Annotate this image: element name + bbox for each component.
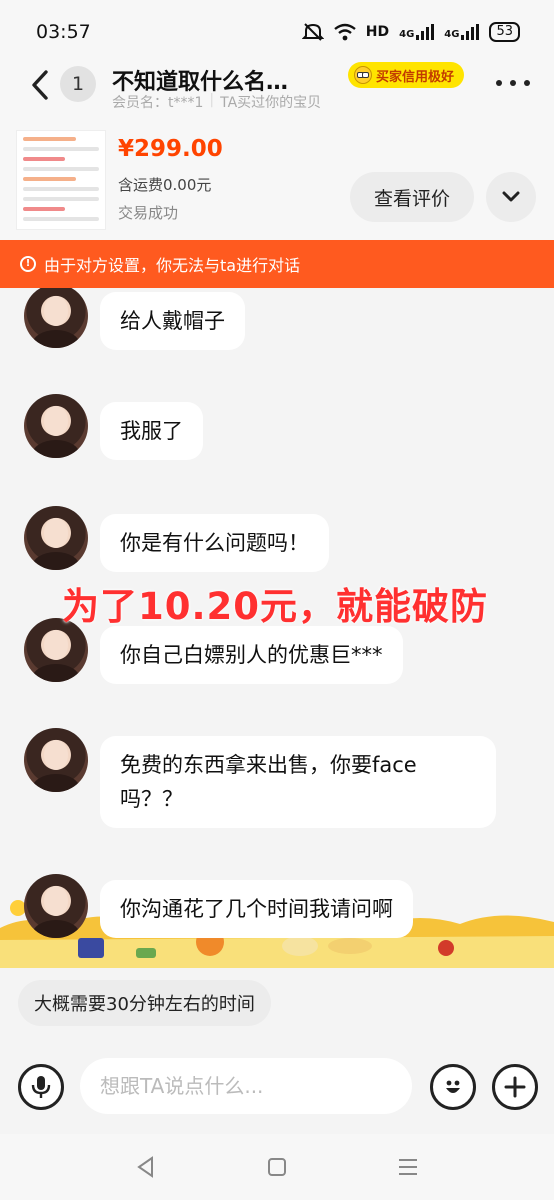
- input-bar: [0, 1042, 554, 1134]
- chevron-down-icon: [502, 191, 520, 202]
- message-bubble[interactable]: 你沟通花了几个时间我请问啊: [100, 880, 413, 938]
- divider: |: [209, 92, 215, 108]
- message-bubble[interactable]: 我服了: [100, 402, 203, 460]
- avatar[interactable]: [24, 288, 88, 348]
- message-bubble[interactable]: 给人戴帽子: [100, 292, 245, 350]
- mute-icon: [301, 23, 324, 41]
- member-name: t***1: [168, 95, 204, 111]
- voice-button[interactable]: [18, 1064, 64, 1110]
- alert-circle-icon: !: [20, 256, 36, 272]
- product-price: ¥299.00: [118, 136, 223, 162]
- product-thumbnail[interactable]: [16, 130, 106, 230]
- signal-2: 4G: [444, 24, 480, 40]
- more-horizontal-icon: [496, 80, 502, 86]
- view-review-button[interactable]: 查看评价: [350, 172, 474, 222]
- emoji-icon: [446, 1080, 460, 1093]
- credit-badge-label: 买家信用极好: [376, 69, 455, 85]
- wifi-icon: [334, 23, 356, 41]
- system-nav-bar: [0, 1134, 554, 1200]
- bought-note: TA买过你的宝贝: [220, 95, 322, 111]
- nav-home-icon[interactable]: [266, 1156, 288, 1178]
- plus-icon: [504, 1076, 526, 1098]
- sunglasses-face-icon: [354, 66, 372, 84]
- hd-label: HD: [365, 24, 390, 40]
- message-line: 免费的东西拿来出售，你要face: [120, 753, 417, 777]
- microphone-icon: [31, 1076, 51, 1098]
- avatar[interactable]: [24, 874, 88, 938]
- message-bubble[interactable]: 你是有什么问题吗！: [100, 514, 329, 572]
- avatar[interactable]: [24, 394, 88, 458]
- message-bubble[interactable]: 免费的东西拿来出售，你要face 吗？？: [100, 736, 496, 828]
- unread-count-badge[interactable]: 1: [60, 66, 96, 102]
- chat-header: 1 不知道取什么名… 买家信用极好 会员名：t***1 | TA买过你的宝贝: [0, 62, 554, 118]
- signal-bars-icon: [416, 24, 435, 40]
- nav-menu-icon[interactable]: [396, 1156, 420, 1178]
- message-bubble[interactable]: 你自己白嫖别人的优惠巨***: [100, 626, 403, 684]
- chevron-left-icon: [32, 70, 48, 100]
- signal-1: 4G: [399, 24, 435, 40]
- message-line: 吗？？: [120, 787, 183, 811]
- block-notice-text: 由于对方设置，你无法与ta进行对话: [44, 256, 301, 275]
- credit-badge[interactable]: 买家信用极好: [348, 62, 465, 88]
- status-icons: HD 4G 4G 53: [301, 22, 520, 42]
- member-prefix: 会员名：: [112, 95, 168, 111]
- status-bar: 03:57 HD 4G 4G 53: [0, 0, 554, 64]
- trade-status: 交易成功: [118, 204, 179, 222]
- expand-button[interactable]: [486, 172, 536, 222]
- message-input[interactable]: [80, 1058, 412, 1114]
- overlay-caption: 为了10.20元，就能破防: [62, 585, 489, 628]
- status-time: 03:57: [36, 21, 91, 43]
- shipping-info: 含运费0.00元: [118, 176, 212, 194]
- more-button[interactable]: [496, 70, 530, 96]
- avatar[interactable]: [24, 506, 88, 570]
- emoji-button[interactable]: [430, 1064, 476, 1110]
- block-notice-banner: ! 由于对方设置，你无法与ta进行对话: [0, 240, 554, 288]
- avatar[interactable]: [24, 728, 88, 792]
- chat-area[interactable]: 给人戴帽子 我服了 你是有什么问题吗！ 你自己白嫖别人的优惠巨*** 免费的东西…: [0, 288, 554, 968]
- quick-reply-area: 大概需要30分钟左右的时间: [0, 968, 554, 1042]
- battery-icon: 53: [489, 22, 520, 42]
- quick-reply-chip[interactable]: 大概需要30分钟左右的时间: [18, 980, 271, 1026]
- add-button[interactable]: [492, 1064, 538, 1110]
- product-card[interactable]: ¥299.00 含运费0.00元 交易成功 查看评价: [0, 118, 554, 240]
- back-button[interactable]: [26, 66, 56, 106]
- member-info: 会员名：t***1 | TA买过你的宝贝: [112, 92, 321, 112]
- signal-bars-icon: [461, 24, 480, 40]
- nav-back-icon[interactable]: [134, 1155, 158, 1179]
